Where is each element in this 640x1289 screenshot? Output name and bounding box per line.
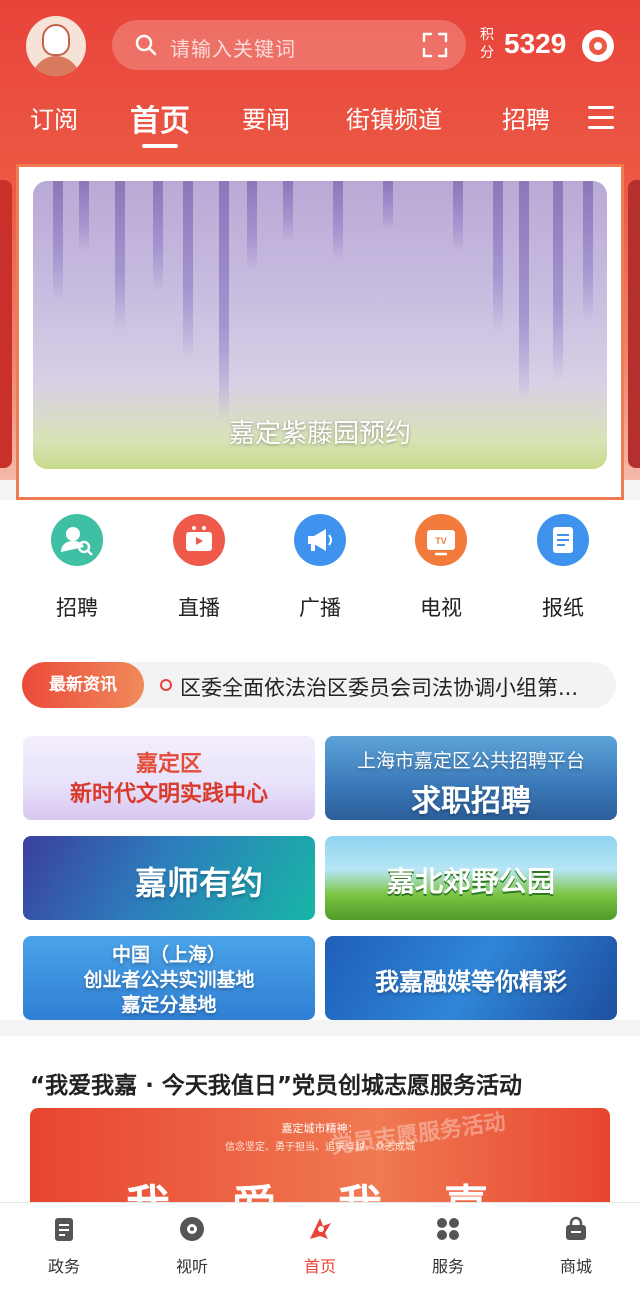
recruit-icon <box>51 514 103 566</box>
avatar[interactable] <box>26 16 86 76</box>
points-label: 积分 <box>480 27 494 61</box>
quick-link-radio[interactable]: 广播 <box>275 514 365 622</box>
banner-carousel[interactable]: 嘉定紫藤园预约 <box>16 164 624 500</box>
home-logo-icon <box>306 1215 334 1243</box>
quick-link-newspaper[interactable]: 报纸 <box>518 514 608 622</box>
megaphone-icon <box>294 514 346 566</box>
nav-label: 服务 <box>431 1257 464 1276</box>
article-title[interactable]: “我爱我嘉 · 今天我值日”党员创城志愿服务活动 <box>30 1066 522 1100</box>
news-ticker[interactable]: 最新资讯 区委全面依法治区委员会司法协调小组第... <box>22 662 616 708</box>
search-icon <box>135 34 157 56</box>
scan-icon[interactable] <box>422 32 448 58</box>
latest-news-badge: 最新资讯 <box>22 662 144 708</box>
banner-caption: 嘉定紫藤园预约 <box>228 419 411 449</box>
tile-text: 求职招聘 <box>411 784 531 819</box>
tile-text: 嘉定区 <box>135 752 202 777</box>
tile-teachers-meetup[interactable]: 嘉师有约 <box>23 836 315 920</box>
tile-media-center[interactable]: 我嘉融媒等你精彩 <box>325 936 617 1020</box>
tile-civilization-center[interactable]: 嘉定区 新时代文明实践中心 <box>23 736 315 820</box>
tile-jiabei-park[interactable]: 嘉北郊野公园 <box>325 836 617 920</box>
ticker-headline[interactable]: 区委全面依法治区委员会司法协调小组第... <box>180 672 604 702</box>
nav-services[interactable]: 服务 <box>400 1215 496 1277</box>
points-value: 5329 <box>504 28 567 59</box>
quick-links: 招聘 直播 广播 TV 电视 报纸 <box>0 500 640 640</box>
tab-subscribe[interactable]: 订阅 <box>30 100 78 135</box>
tile-training-base[interactable]: 中国（上海） 创业者公共实训基地 嘉定分基地 <box>23 936 315 1020</box>
tile-text: 我嘉融媒等你精彩 <box>375 968 567 996</box>
news-section: 最新资讯 区委全面依法治区委员会司法协调小组第... 嘉定区 新时代文明实践中心… <box>0 640 640 1020</box>
tab-recruitment[interactable]: 招聘 <box>502 100 550 135</box>
tile-text: 嘉北郊野公园 <box>386 865 555 898</box>
featured-article[interactable]: “我爱我嘉 · 今天我值日”党员创城志愿服务活动 党员志愿服务活动 嘉定城市精神… <box>0 1036 640 1208</box>
carousel-next-peek <box>628 180 640 468</box>
search-bar[interactable]: 请输入关键词 <box>112 20 466 70</box>
quick-link-tv[interactable]: TV 电视 <box>396 514 486 622</box>
tab-town-channel[interactable]: 街镇频道 <box>346 100 442 135</box>
banner-image[interactable]: 嘉定紫藤园预约 <box>33 181 607 469</box>
quick-link-label: 招聘 <box>56 596 98 620</box>
article-image[interactable]: 党员志愿服务活动 嘉定城市精神： 信念坚定、勇于担当、追求卓越、众志成城 我爱我… <box>30 1108 610 1208</box>
nav-audiovisual[interactable]: 视听 <box>144 1215 240 1277</box>
nav-label: 视听 <box>175 1257 208 1276</box>
quick-link-live[interactable]: 直播 <box>154 514 244 622</box>
quick-link-recruit[interactable]: 招聘 <box>32 514 122 622</box>
tile-text: 嘉定分基地 <box>121 994 217 1016</box>
channel-tabs: 订阅 首页 要闻 街镇频道 招聘 <box>0 96 640 152</box>
nav-government[interactable]: 政务 <box>16 1215 112 1277</box>
live-video-icon <box>173 514 225 566</box>
tab-home[interactable]: 首页 <box>130 96 190 140</box>
article-image-subheading: 信念坚定、勇于担当、追求卓越、众志成城 <box>225 1142 415 1153</box>
tile-text: 中国（上海） <box>111 944 226 966</box>
bullet-ring-icon <box>160 679 172 691</box>
shopping-bag-icon <box>562 1215 590 1243</box>
tile-text: 创业者公共实训基地 <box>83 969 255 991</box>
tile-text: 新时代文明实践中心 <box>69 782 268 807</box>
quick-link-label: 直播 <box>178 596 220 620</box>
tile-text: 上海市嘉定区公共招聘平台 <box>356 750 585 772</box>
tile-text: 嘉师有约 <box>134 864 263 902</box>
points-coin-icon <box>582 30 614 62</box>
avatar-head <box>42 24 70 56</box>
nav-label: 政务 <box>47 1257 80 1276</box>
search-placeholder: 请输入关键词 <box>170 37 296 61</box>
nav-mall[interactable]: 商城 <box>528 1215 624 1277</box>
article-image-heading: 嘉定城市精神： <box>281 1122 359 1135</box>
disc-icon <box>178 1215 206 1243</box>
newspaper-icon <box>537 514 589 566</box>
carousel-prev-peek <box>0 180 12 468</box>
svg-text:TV: TV <box>435 536 447 546</box>
quick-link-label: 报纸 <box>542 596 584 620</box>
points-display[interactable]: 积分 5329 <box>480 24 630 68</box>
tile-job-platform[interactable]: 上海市嘉定区公共招聘平台 求职招聘 <box>325 736 617 820</box>
nav-label: 首页 <box>303 1257 336 1276</box>
active-tab-indicator <box>142 144 178 148</box>
quick-link-label: 广播 <box>299 596 341 620</box>
nav-home[interactable]: 首页 <box>272 1215 368 1277</box>
government-doc-icon <box>50 1215 78 1243</box>
grid-services-icon <box>434 1215 462 1243</box>
bottom-nav: 政务 视听 首页 服务 商城 <box>0 1202 640 1289</box>
tab-headlines[interactable]: 要闻 <box>242 100 290 135</box>
avatar-body <box>32 56 80 76</box>
menu-icon[interactable] <box>588 106 614 132</box>
quick-link-label: 电视 <box>420 596 462 620</box>
tv-icon: TV <box>415 514 467 566</box>
nav-label: 商城 <box>559 1257 592 1276</box>
